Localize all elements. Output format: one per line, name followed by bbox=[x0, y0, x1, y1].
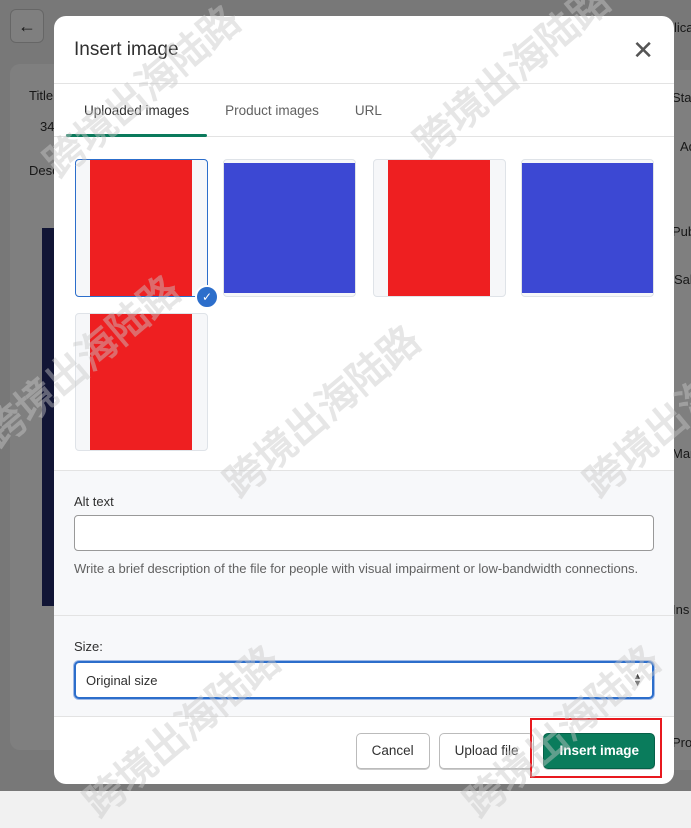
size-select[interactable]: Original size ▲ ▼ bbox=[74, 661, 654, 699]
size-value: Original size bbox=[86, 672, 158, 688]
alt-text-label: Alt text bbox=[74, 494, 114, 509]
highlight-box bbox=[530, 718, 662, 778]
tab-url[interactable]: URL bbox=[337, 84, 400, 136]
tab-uploaded-images[interactable]: Uploaded images bbox=[66, 84, 208, 137]
cancel-button[interactable]: Cancel bbox=[355, 732, 430, 769]
size-label: Size: bbox=[74, 639, 103, 654]
image-tile[interactable] bbox=[75, 159, 208, 297]
alt-text-input[interactable] bbox=[74, 515, 654, 551]
tab-bar: Uploaded images Product images URL bbox=[54, 84, 674, 137]
image-tile[interactable] bbox=[521, 159, 654, 297]
image-thumbnail bbox=[388, 160, 490, 296]
dialog-title: Insert image bbox=[74, 38, 179, 60]
select-arrows-icon: ▲ ▼ bbox=[633, 671, 642, 688]
image-tile[interactable] bbox=[373, 159, 506, 297]
image-thumbnail bbox=[224, 163, 355, 293]
image-tile[interactable] bbox=[75, 313, 208, 451]
image-thumbnail bbox=[90, 314, 192, 450]
image-thumbnail bbox=[522, 163, 653, 293]
insert-image-dialog: Insert image ✕ Uploaded images Product i… bbox=[54, 16, 674, 784]
image-thumbnail bbox=[90, 160, 192, 296]
alt-text-section: Alt text Write a brief description of th… bbox=[54, 470, 674, 615]
alt-text-help: Write a brief description of the file fo… bbox=[74, 561, 639, 576]
size-section: Size: Original size ▲ ▼ bbox=[54, 615, 674, 716]
image-grid: ✓ bbox=[54, 137, 674, 470]
tab-product-images[interactable]: Product images bbox=[207, 84, 337, 136]
check-icon: ✓ bbox=[195, 285, 219, 309]
image-tile[interactable] bbox=[223, 159, 356, 297]
close-icon[interactable]: ✕ bbox=[632, 37, 654, 63]
upload-file-button[interactable]: Upload file bbox=[438, 732, 535, 769]
